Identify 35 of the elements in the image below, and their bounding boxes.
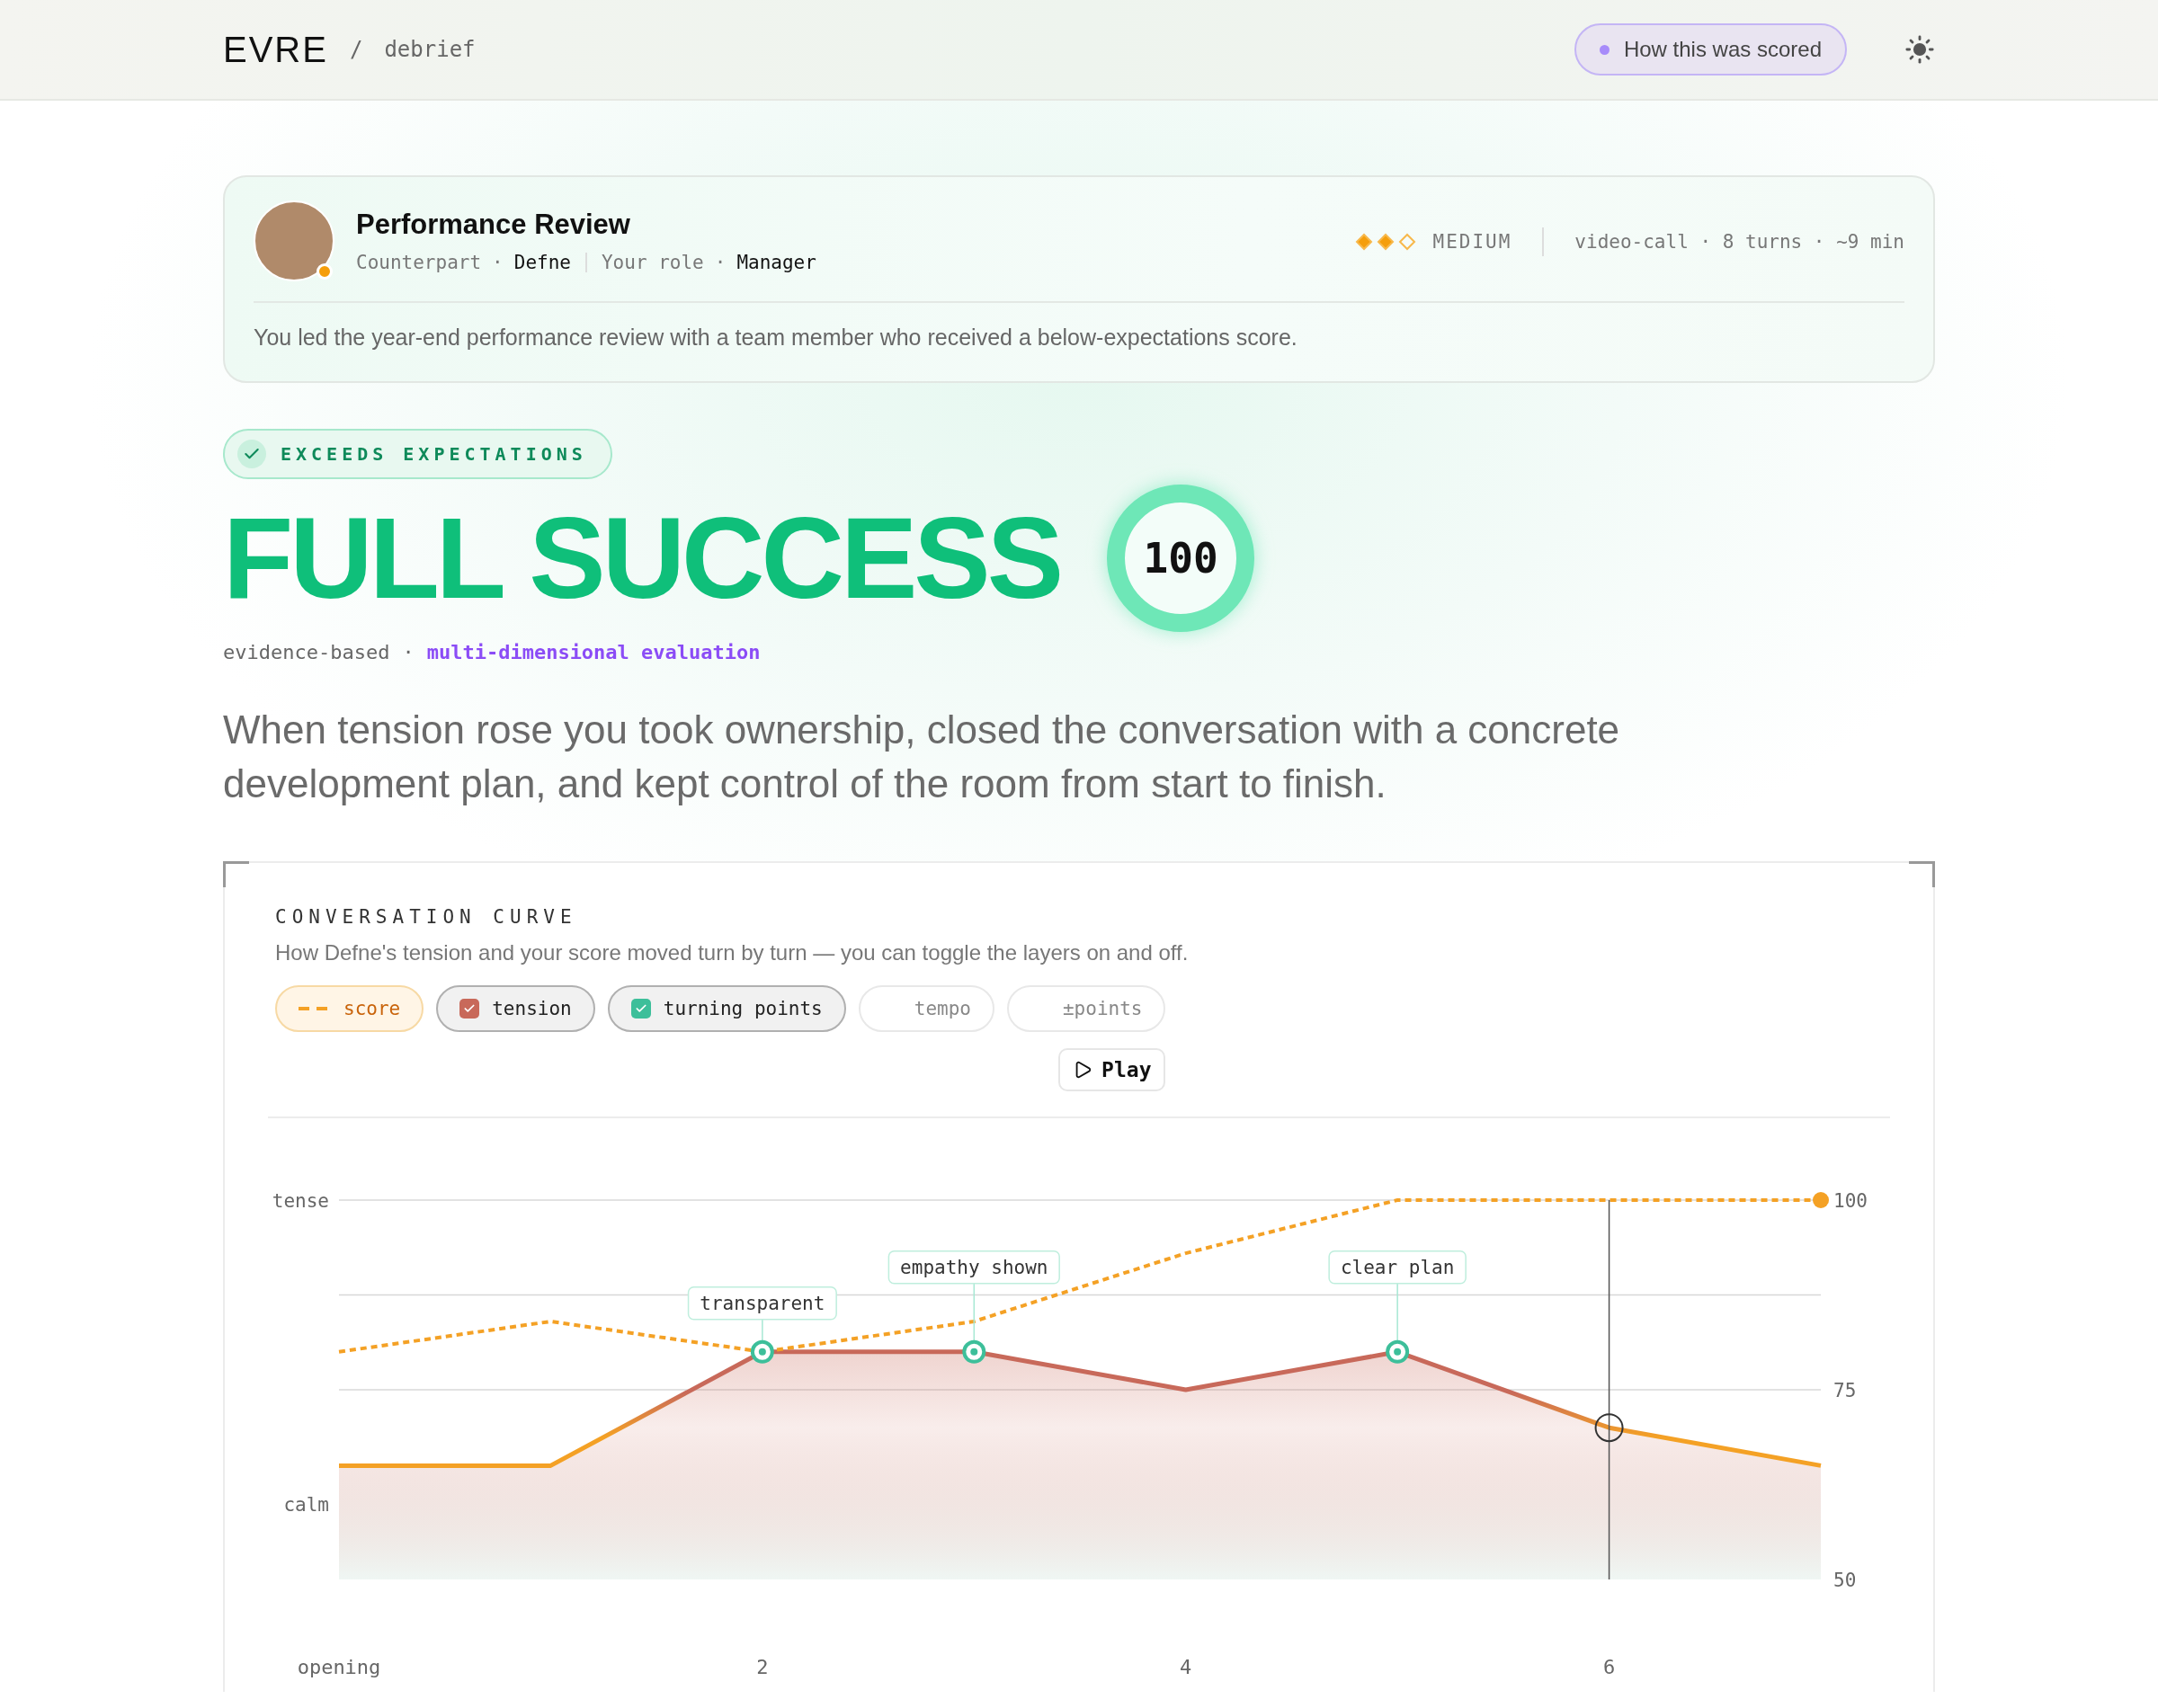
- method-text: evidence-based: [223, 641, 390, 663]
- meta-label: Your role: [601, 252, 704, 273]
- meta-label: Counterpart: [356, 252, 482, 273]
- method-separator: ·: [402, 641, 415, 663]
- result-badge-text: EXCEEDS EXPECTATIONS: [281, 443, 587, 465]
- tick-label: 100: [1833, 1190, 1868, 1212]
- result-title: FULL SUCCESS: [223, 501, 1061, 616]
- turning-point-label: transparent: [687, 1286, 837, 1342]
- difficulty-label: MEDIUM: [1432, 231, 1512, 253]
- tick-label: 75: [1833, 1380, 1857, 1401]
- meta-value: Defne: [513, 252, 571, 273]
- score-value: 100: [1143, 534, 1218, 583]
- tick-label: 4: [1180, 1656, 1192, 1678]
- axis-label: calm: [283, 1493, 329, 1516]
- meta-separator: ·: [492, 252, 504, 273]
- axis-label: tense: [272, 1190, 329, 1212]
- section-description: How Defne's tension and your score moved turn by turn — you can toggle the layers on and off.: [275, 940, 1190, 965]
- tick-label: 6: [1602, 1656, 1616, 1678]
- breadcrumb-separator: /: [349, 37, 363, 62]
- scenario-description: You led the year-end performance review with a team member who received a below-expectations score.: [254, 325, 1298, 351]
- session-details: video-call · 8 turns · ~9 min: [1574, 231, 1904, 253]
- summary-text: When tension rose you took ownership, closed the conversation with a concrete development plan, and kept control of the room from start to finish.: [223, 707, 1621, 807]
- section-heading: CONVERSATION CURVE: [275, 906, 578, 928]
- annotation: transparent: [700, 1292, 825, 1314]
- tick-label: opening: [297, 1656, 381, 1678]
- tick-label: 50: [1833, 1570, 1857, 1591]
- meta-value: Manager: [736, 252, 816, 273]
- scenario-title: Performance Review: [356, 209, 631, 241]
- meta-separator: ·: [714, 252, 727, 273]
- turning-point-label: empathy shown: [887, 1250, 1060, 1342]
- annotation: clear plan: [1340, 1256, 1455, 1278]
- tick-label: 2: [756, 1656, 769, 1678]
- turning-point-label: clear plan: [1328, 1250, 1467, 1342]
- breadcrumb: debrief: [384, 37, 476, 62]
- annotation: empathy shown: [900, 1256, 1048, 1278]
